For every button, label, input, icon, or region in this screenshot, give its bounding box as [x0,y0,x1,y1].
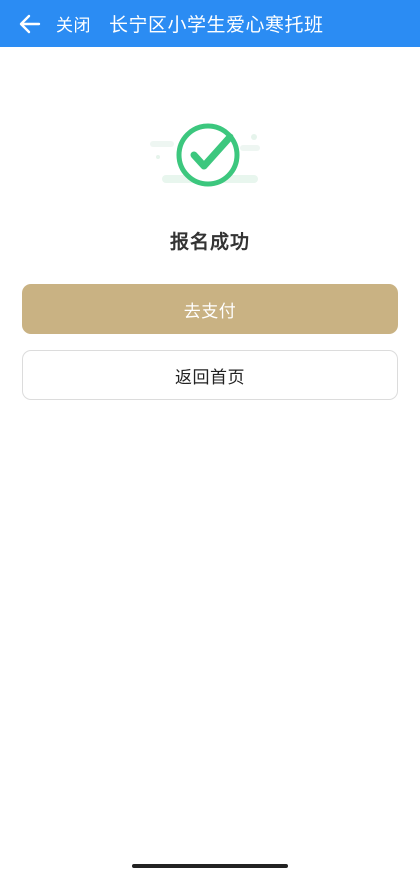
pay-button[interactable]: 去支付 [22,284,398,334]
home-indicator[interactable] [132,864,288,868]
arrow-left-icon [19,14,41,33]
status-title: 报名成功 [169,231,250,253]
main-content: 报名成功 去支付 返回首页 [0,47,420,878]
return-home-button[interactable]: 返回首页 [22,350,398,400]
app-header: 关闭 长宁区小学生爱心寒托班 [0,0,420,47]
check-circle-icon [150,123,260,187]
back-button[interactable] [16,10,44,38]
close-button[interactable]: 关闭 [56,11,91,36]
page-title: 长宁区小学生爱心寒托班 [109,14,324,36]
